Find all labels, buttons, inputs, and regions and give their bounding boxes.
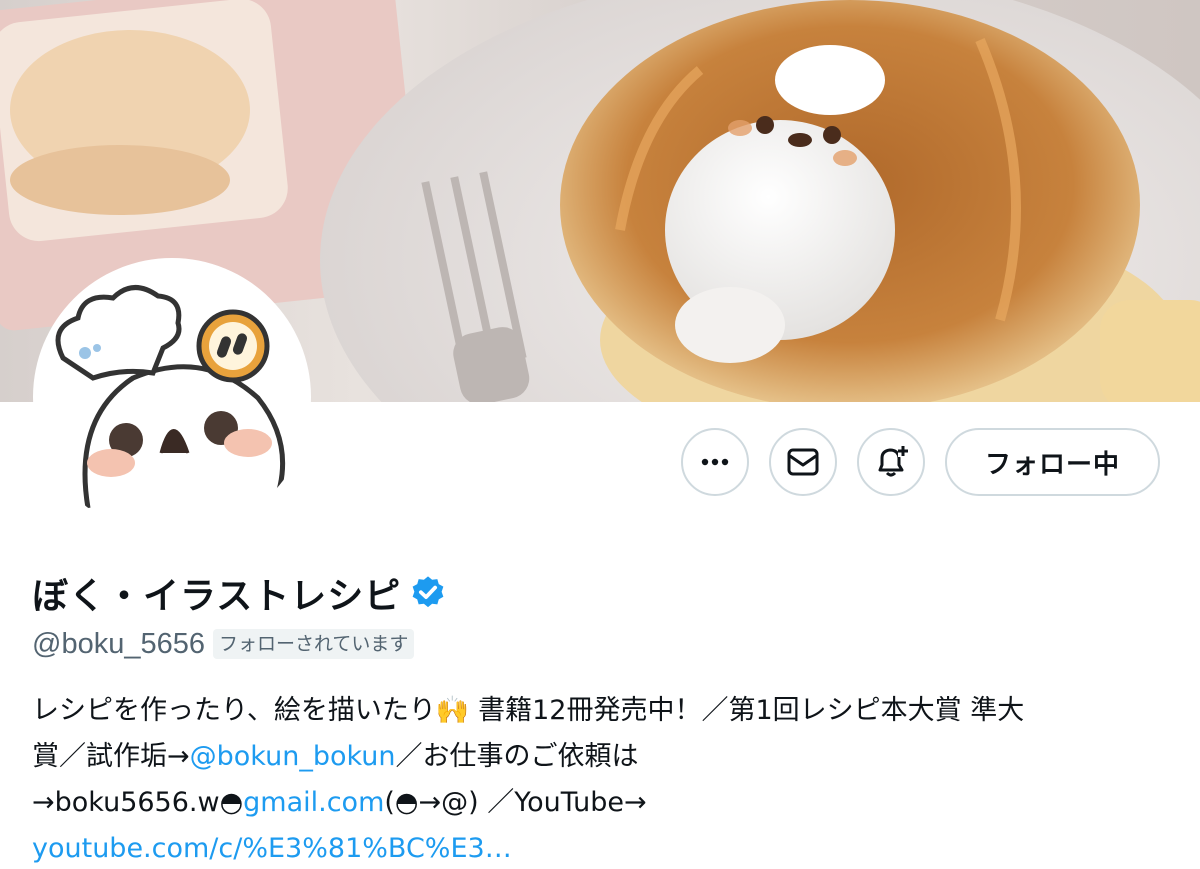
bell-plus-icon bbox=[878, 445, 908, 477]
display-name: ぼく・イラストレシピ bbox=[32, 576, 402, 617]
more-horizontal-icon bbox=[701, 458, 729, 466]
bio-line-2: 賞／試作垢→@bokun_bokun／お仕事のご依頼は bbox=[32, 734, 1162, 780]
user-handle: @boku_5656 bbox=[32, 627, 205, 660]
profile-avatar[interactable] bbox=[33, 258, 311, 536]
following-button[interactable]: フォロー中 bbox=[945, 428, 1160, 496]
bio-text: 賞／試作垢→ bbox=[32, 741, 190, 772]
profile-page: フォロー中 ぼく・イラストレシピ @boku_5656 フォローされています レ… bbox=[0, 0, 1200, 869]
notifications-button[interactable] bbox=[857, 428, 925, 496]
youtube-link[interactable]: youtube.com/c/%E3%81%BC%E3… bbox=[32, 833, 512, 864]
message-button[interactable] bbox=[769, 428, 837, 496]
bio-line-3: →boku5656.w◓gmail.com(◓→@) ／YouTube→ bbox=[32, 780, 1162, 826]
envelope-icon bbox=[787, 448, 819, 476]
bio-text: (◓→@) ／YouTube→ bbox=[384, 787, 647, 818]
bio-line-1: レシピを作ったり、絵を描いたり🙌 書籍12冊発売中！／第1回レシピ本大賞 準大 bbox=[32, 695, 1025, 726]
bio-text: ／お仕事のご依頼は bbox=[395, 741, 639, 772]
avatar-chef-seal-illustration bbox=[55, 285, 286, 509]
bio-text: →boku5656.w◓ bbox=[32, 787, 244, 818]
more-options-button[interactable] bbox=[681, 428, 749, 496]
name-row: ぼく・イラストレシピ bbox=[32, 568, 447, 618]
handle-row: @boku_5656 フォローされています bbox=[32, 624, 415, 664]
mention-link[interactable]: @bokun_bokun bbox=[190, 741, 396, 772]
follows-you-badge: フォローされています bbox=[212, 629, 415, 659]
gmail-link[interactable]: gmail.com bbox=[243, 787, 384, 818]
profile-bio: レシピを作ったり、絵を描いたり🙌 書籍12冊発売中！／第1回レシピ本大賞 準大 … bbox=[32, 688, 1162, 869]
bio-line-4: youtube.com/c/%E3%81%BC%E3… bbox=[32, 826, 1162, 869]
verified-badge-icon[interactable] bbox=[409, 574, 447, 612]
